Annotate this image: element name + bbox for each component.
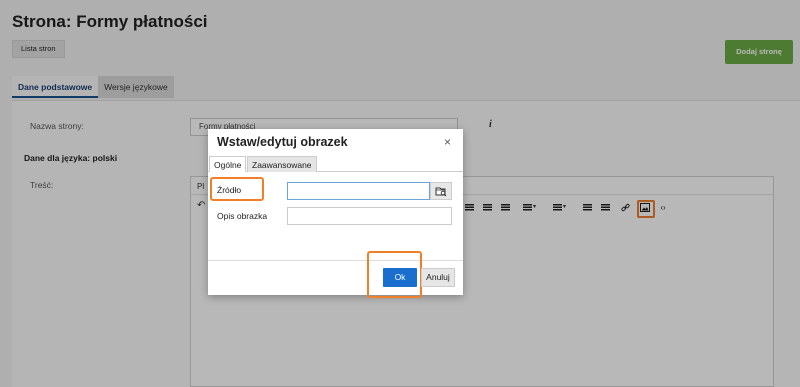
dialog-tabs: Ogólne Zaawansowane — [208, 154, 463, 172]
close-icon[interactable]: × — [444, 135, 451, 149]
source-input[interactable] — [287, 182, 430, 200]
browse-icon[interactable] — [430, 182, 452, 200]
tab-advanced[interactable]: Zaawansowane — [247, 156, 317, 172]
dialog-footer-divider — [208, 260, 463, 261]
ok-button-highlight — [367, 251, 422, 298]
alt-text-label: Opis obrazka — [217, 211, 268, 221]
cancel-button[interactable]: Anuluj — [421, 268, 455, 287]
source-label-highlight — [210, 177, 264, 201]
alt-text-input[interactable] — [287, 207, 452, 225]
dialog-title: Wstaw/edytuj obrazek — [217, 135, 348, 149]
tab-general[interactable]: Ogólne — [209, 156, 247, 172]
